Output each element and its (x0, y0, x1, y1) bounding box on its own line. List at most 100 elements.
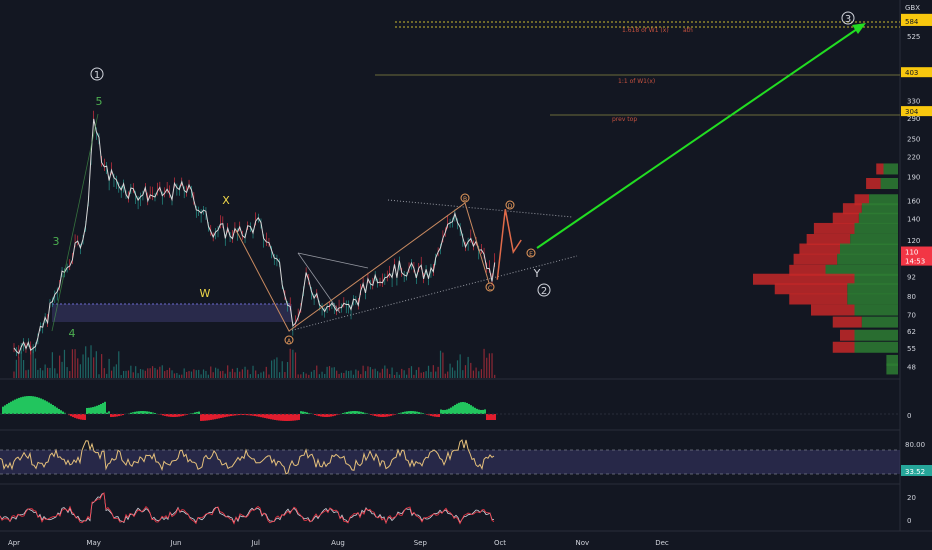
volume-bar (120, 374, 122, 378)
level-label-fib: 1.618 of W1 (x) (622, 27, 669, 34)
volume-bar (292, 349, 294, 378)
volume-bar (217, 368, 219, 378)
volume-bar (336, 370, 338, 378)
macd-bar (318, 414, 320, 417)
macd-bar (448, 408, 450, 414)
rsi-tick-80: 80.00 (905, 441, 925, 449)
vp-buy-bar (861, 203, 898, 215)
volume-bar (181, 374, 183, 378)
volume-bar (273, 359, 275, 378)
volume-bar (205, 370, 207, 378)
volume-bar (200, 374, 202, 378)
price-tick: 70 (907, 311, 916, 319)
volume-bar (222, 370, 224, 378)
volume-bar (376, 371, 379, 378)
currency-label: GBX (905, 4, 920, 12)
macd-bar (26, 396, 28, 414)
volume-bar (77, 358, 79, 378)
macd-bar (254, 414, 256, 417)
macd-bar (230, 414, 232, 417)
vp-sell-bar (832, 212, 859, 224)
volume-bar (135, 366, 137, 378)
macd-bar (458, 402, 460, 414)
svg-text:D: D (508, 203, 513, 210)
macd-bar (62, 411, 64, 414)
svg-text:B: B (463, 196, 467, 203)
volume-bar (372, 369, 374, 378)
macd-bar (418, 412, 420, 414)
macd-bar (198, 411, 200, 414)
macd-bar (358, 411, 360, 414)
volume-bar (210, 366, 212, 378)
macd-bar (54, 406, 56, 414)
volume-bar (308, 374, 310, 378)
volume-bar (139, 368, 142, 378)
price-tick: 48 (907, 364, 916, 372)
volume-bar (82, 354, 84, 378)
vp-sell-bar (866, 178, 881, 189)
volume-bar (110, 370, 113, 378)
volume-bar (156, 369, 159, 378)
volume-bar (396, 372, 398, 378)
volume-bar (364, 371, 367, 378)
volume-bar (305, 373, 307, 378)
macd-bar (294, 414, 296, 421)
macd-bar (350, 411, 352, 414)
macd-bar (242, 414, 244, 416)
volume-bar (106, 373, 108, 378)
macd-bar (46, 401, 48, 414)
macd-bar (394, 414, 396, 415)
macd-bar (40, 398, 42, 414)
price-tick: 120 (907, 237, 920, 245)
macd-bar (42, 399, 44, 414)
price-badge: 584 (905, 18, 919, 26)
volume-bar (345, 370, 347, 378)
volume-bar (442, 352, 444, 378)
macd-bar (450, 407, 452, 414)
macd-bar (98, 404, 100, 414)
price-tick: 250 (907, 136, 920, 144)
macd-bar (216, 414, 218, 419)
volume-bar (401, 368, 403, 378)
macd-bar (102, 402, 104, 414)
macd-bar (246, 414, 248, 416)
volume-bar (480, 369, 483, 378)
level-label-prev-top: prev top (612, 116, 637, 123)
macd-bar (30, 396, 32, 414)
volume-bar (437, 366, 439, 378)
vp-sell-bar (840, 329, 855, 341)
vp-buy-bar (854, 222, 898, 234)
macd-bar (370, 414, 372, 415)
volume-bar (198, 369, 200, 378)
macd-bar (238, 414, 240, 416)
macd-bar (52, 404, 54, 414)
volume-bar (439, 350, 442, 378)
volume-bar (66, 367, 68, 378)
volume-bar (432, 365, 434, 378)
volume-bar (271, 360, 273, 378)
volume-bar (321, 371, 323, 378)
volume-bar (318, 374, 321, 378)
wave-label-5: 5 (96, 95, 103, 108)
macd-bar (314, 414, 316, 415)
volume-bar (313, 370, 315, 378)
volume-bar (71, 349, 74, 378)
macd-bar (422, 413, 424, 414)
volume-bar (142, 369, 144, 378)
macd-bar (476, 408, 478, 414)
macd-bar (486, 414, 488, 420)
macd-bar (154, 413, 156, 414)
macd-bar (38, 397, 40, 414)
trading-chart[interactable]: 1.618 of W1 (x) ath 1:1 of W1(x) prev to… (0, 0, 932, 550)
macd-bar (182, 414, 184, 416)
volume-bar (20, 351, 22, 378)
volume-bar (260, 372, 262, 378)
macd-bar (218, 414, 220, 419)
volume-bar (410, 366, 413, 378)
vp-sell-bar (842, 203, 862, 215)
macd-bar (94, 406, 96, 414)
macd-bar (12, 400, 14, 414)
macd-bar (444, 409, 446, 414)
vp-sell-bar (793, 253, 838, 265)
volume-bar (451, 367, 454, 378)
